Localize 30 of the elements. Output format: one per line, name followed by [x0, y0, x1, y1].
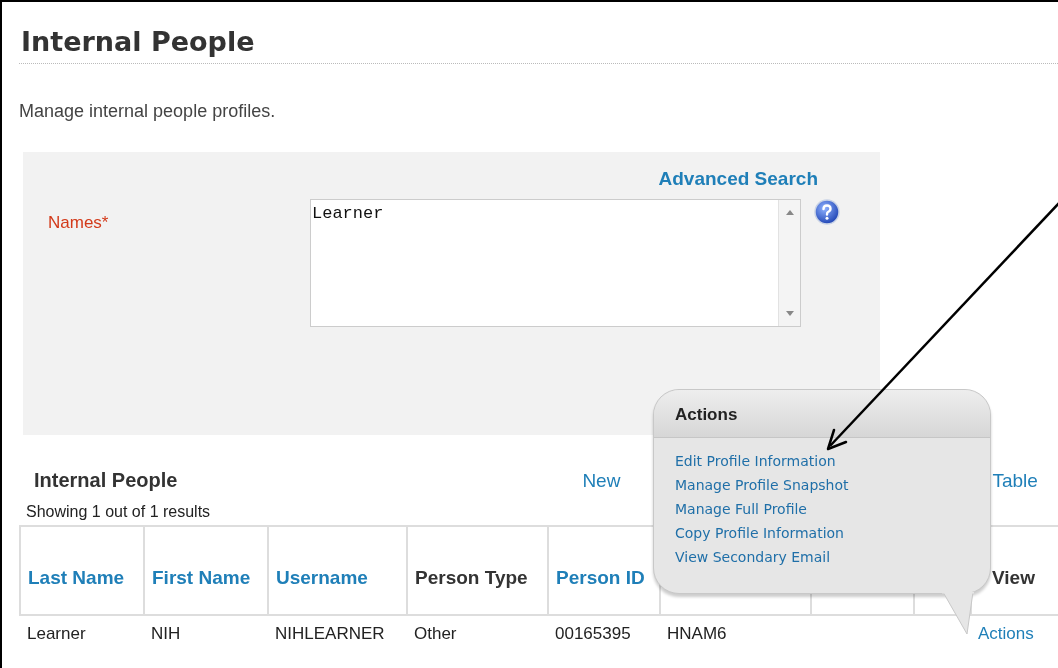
results-summary: Showing 1 out of 1 results	[25, 503, 211, 521]
table-cell: HNAM6	[660, 615, 811, 644]
table-cell: NIH	[144, 615, 268, 644]
field-label: Names*	[47, 212, 110, 233]
column-header[interactable]: First Name	[144, 526, 268, 615]
table-cell: Learner	[20, 615, 144, 644]
column-header: Person Type	[407, 526, 548, 615]
menu-item[interactable]: Manage Profile Snapshot	[675, 476, 849, 495]
actions-link[interactable]: Actions	[978, 624, 1034, 643]
results-title: Internal People	[33, 469, 178, 492]
table-link[interactable]: Table	[992, 470, 1038, 492]
scroll-up-icon[interactable]	[785, 210, 794, 215]
help-icon[interactable]	[814, 199, 840, 225]
page-description: Manage internal people profiles.	[19, 101, 277, 122]
scrollbar[interactable]	[778, 200, 800, 326]
menu-item[interactable]: Manage Full Profile	[675, 500, 807, 519]
table-cell: NIHLEARNER	[268, 615, 407, 644]
column-header[interactable]: Last Name	[20, 526, 144, 615]
new-link[interactable]: New	[582, 470, 621, 492]
table-cell: Other	[407, 615, 548, 644]
advanced-search-link[interactable]: Advanced Search	[658, 168, 818, 190]
table-cell: 00165395	[548, 615, 660, 644]
names-field[interactable]: Learner	[310, 199, 801, 327]
menu-item[interactable]: Copy Profile Information	[675, 524, 844, 543]
menu-item[interactable]: Edit Profile Information	[675, 452, 836, 471]
menu-item[interactable]: View Secondary Email	[675, 548, 831, 567]
column-header[interactable]: Username	[268, 526, 407, 615]
scroll-down-icon[interactable]	[785, 311, 794, 316]
page-title: Internal People	[19, 26, 1058, 64]
popup-title: Actions	[654, 390, 990, 438]
